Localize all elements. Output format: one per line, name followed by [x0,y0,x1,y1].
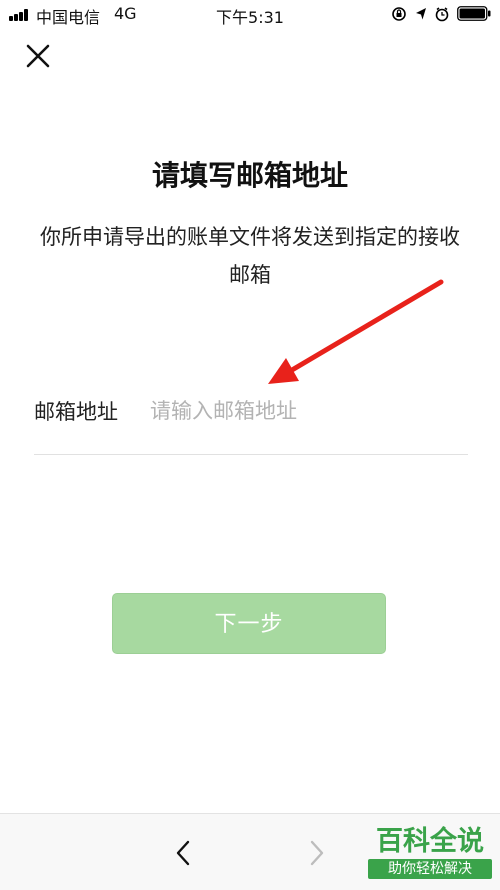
close-icon [26,44,50,68]
status-icons [392,7,449,22]
chevron-right-icon [310,840,324,866]
next-step-button[interactable]: 下一步 [112,593,386,654]
location-icon [416,8,426,20]
alarm-icon [435,7,449,22]
annotation-arrow [268,279,444,384]
status-bar: 中国电信 4G 下午5:31 [0,0,500,28]
close-button[interactable] [22,40,54,72]
page-description: 你所申请导出的账单文件将发送到指定的接收邮箱 [40,225,460,287]
watermark-subtitle: 助你轻松解决 [368,859,492,879]
chevron-left-icon [176,840,190,866]
battery-icon [457,6,491,21]
back-button[interactable] [170,838,198,868]
email-field-label: 邮箱地址 [34,400,118,424]
watermark-title: 百科全说 [376,826,484,857]
email-input[interactable] [150,392,460,430]
page-title: 请填写邮箱地址 [151,159,348,192]
watermark-logo: 百科全说 助你轻松解决 [368,826,492,882]
forward-button[interactable] [302,838,330,868]
input-underline [34,454,468,455]
rotation-lock-icon [392,7,406,21]
